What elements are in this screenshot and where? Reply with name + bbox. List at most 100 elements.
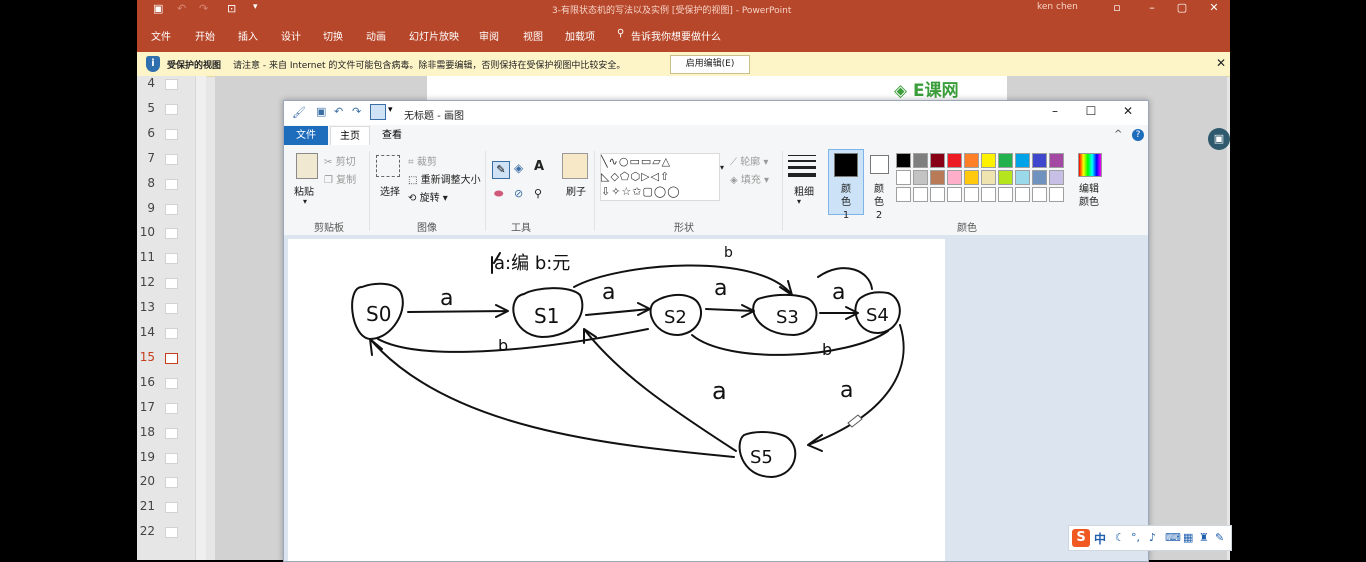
cut-button[interactable]: ✂ 剪切 [324,153,356,168]
tab-file[interactable]: 文件 [284,126,328,145]
color2-swatch[interactable] [870,155,889,174]
pencil-qat-icon[interactable] [370,104,386,120]
palette-swatch[interactable] [947,187,962,202]
palette-swatch[interactable] [913,187,928,202]
tell-me-box[interactable]: 告诉我你想要做什么 [631,28,721,43]
redo-icon[interactable]: ↷ [199,2,208,15]
save-icon[interactable]: ▣ [153,2,163,15]
palette-swatch[interactable] [913,170,928,185]
shapes-more-icon[interactable]: ▾ [720,163,724,172]
enable-editing-button[interactable]: 启用编辑(E) [670,55,750,74]
tab-insert[interactable]: 插入 [238,28,258,43]
palette-swatch[interactable] [981,153,996,168]
palette-swatch[interactable] [998,170,1013,185]
palette-swatch[interactable] [1015,187,1030,202]
close-bar-icon[interactable]: ✕ [1216,56,1226,70]
tab-home[interactable]: 开始 [195,28,215,43]
ime-language-toggle[interactable]: 中 [1094,530,1106,547]
tab-home[interactable]: 主页 [330,126,370,146]
brush-icon[interactable] [562,153,588,179]
shapes-gallery[interactable]: ╲∿○▭▭▱△ ◺◇⬠⬡▷◁⇧ ⇩✧☆✩▢◯◯ [600,153,720,201]
tab-slideshow[interactable]: 幻灯片放映 [409,28,459,43]
slide-thumbnail[interactable]: 17 [137,400,199,416]
size-button[interactable]: 粗细 [794,183,814,198]
copy-button[interactable]: ❐ 复制 [324,171,356,186]
slide-thumbnail[interactable]: 11 [137,250,199,266]
tab-design[interactable]: 设计 [281,28,301,43]
slide-thumbnail[interactable]: 12 [137,275,199,291]
user-name[interactable]: ken chen [1037,2,1078,12]
tab-view[interactable]: 视图 [523,28,543,43]
text-icon[interactable]: A [534,159,544,174]
maximize-button[interactable]: ▢ [1167,0,1197,18]
help-icon[interactable]: ? [1132,129,1144,141]
paste-button[interactable]: 粘贴 [294,183,314,198]
select-button[interactable]: 选择 [380,183,400,198]
shirt-icon[interactable]: ♜ [1199,531,1209,544]
tab-transitions[interactable]: 切换 [323,28,343,43]
palette-swatch[interactable] [930,170,945,185]
select-icon[interactable] [376,155,400,177]
eraser-icon[interactable]: ⬬ [494,187,503,201]
rotate-button[interactable]: ⟲ 旋转 ▾ [408,189,448,204]
customize-qat-icon[interactable]: ▾ [388,105,393,115]
palette-swatch[interactable] [981,170,996,185]
palette-swatch[interactable] [913,153,928,168]
punctuation-icon[interactable]: °, [1131,531,1140,544]
tab-addins[interactable]: 加载项 [565,28,595,43]
grid-icon[interactable]: ▦ [1183,531,1193,544]
slide-thumbnail[interactable]: 13 [137,300,199,316]
palette-swatch[interactable] [896,170,911,185]
slide-thumbnail[interactable]: 9 [137,201,199,217]
microphone-icon[interactable]: ♪ [1149,531,1156,544]
moon-icon[interactable]: ☾ [1115,531,1125,544]
palette-swatch[interactable] [896,187,911,202]
minimize-button[interactable]: – [1040,104,1070,118]
close-button[interactable]: ✕ [1199,0,1229,18]
floating-tool-icon[interactable]: ▣ [1208,128,1230,150]
color2-label[interactable]: 颜色 2 [870,183,888,222]
palette-swatch[interactable] [947,153,962,168]
customize-qat-icon[interactable]: ▾ [253,2,258,12]
close-button[interactable]: ✕ [1113,104,1143,118]
undo-icon[interactable]: ↶ [177,2,186,15]
pencil-icon[interactable]: ✎ [492,161,510,179]
palette-swatch[interactable] [1032,153,1047,168]
palette-swatch[interactable] [947,170,962,185]
palette-swatch[interactable] [896,153,911,168]
present-icon[interactable]: ⊡ [227,2,236,15]
slide-thumbnail[interactable]: 19 [137,450,199,466]
palette-swatch[interactable] [930,153,945,168]
fill-button[interactable]: ◈ 填充 ▾ [730,171,769,186]
tab-review[interactable]: 审阅 [479,28,499,43]
magnifier-icon[interactable]: ⚲ [534,187,542,200]
slide-thumbnail[interactable]: 21 [137,499,199,515]
thumbnail-scrollbar[interactable] [195,76,206,560]
palette-swatch[interactable] [1015,153,1030,168]
size-icon[interactable] [788,153,816,177]
sogou-logo-icon[interactable]: S [1072,529,1090,547]
slide-thumbnail[interactable]: 22 [137,524,199,540]
palette-swatch[interactable] [981,187,996,202]
tools-icon[interactable]: ✎ [1215,531,1224,544]
tab-view[interactable]: 查看 [376,126,408,145]
ribbon-options-icon[interactable]: ▫ [1102,0,1132,18]
slide-thumbnail[interactable]: 15 [137,350,199,366]
drawing-canvas[interactable]: a:编 b:元 S0 S1 S2 S3 S4 S5 a a a a a a b … [288,239,945,561]
picker-icon[interactable]: ⊘ [514,187,523,200]
resize-button[interactable]: ⬚ 重新调整大小 [408,171,481,186]
keyboard-icon[interactable]: ⌨ [1165,531,1181,544]
palette-swatch[interactable] [1015,170,1030,185]
edit-colors-button[interactable]: 编辑颜色 [1078,183,1100,209]
slide-thumbnail[interactable]: 14 [137,325,199,341]
collapse-ribbon-icon[interactable]: ^ [1114,129,1122,140]
tab-file[interactable]: 文件 [151,28,171,43]
palette-swatch[interactable] [1032,170,1047,185]
palette-swatch[interactable] [1049,187,1064,202]
undo-icon[interactable]: ↶ [334,105,343,118]
slide-thumbnail[interactable]: 20 [137,474,199,490]
palette-swatch[interactable] [1032,187,1047,202]
fill-icon[interactable]: ◈ [514,161,523,175]
slide-thumbnail[interactable]: 18 [137,425,199,441]
crop-button[interactable]: ⌗ 裁剪 [408,153,437,168]
